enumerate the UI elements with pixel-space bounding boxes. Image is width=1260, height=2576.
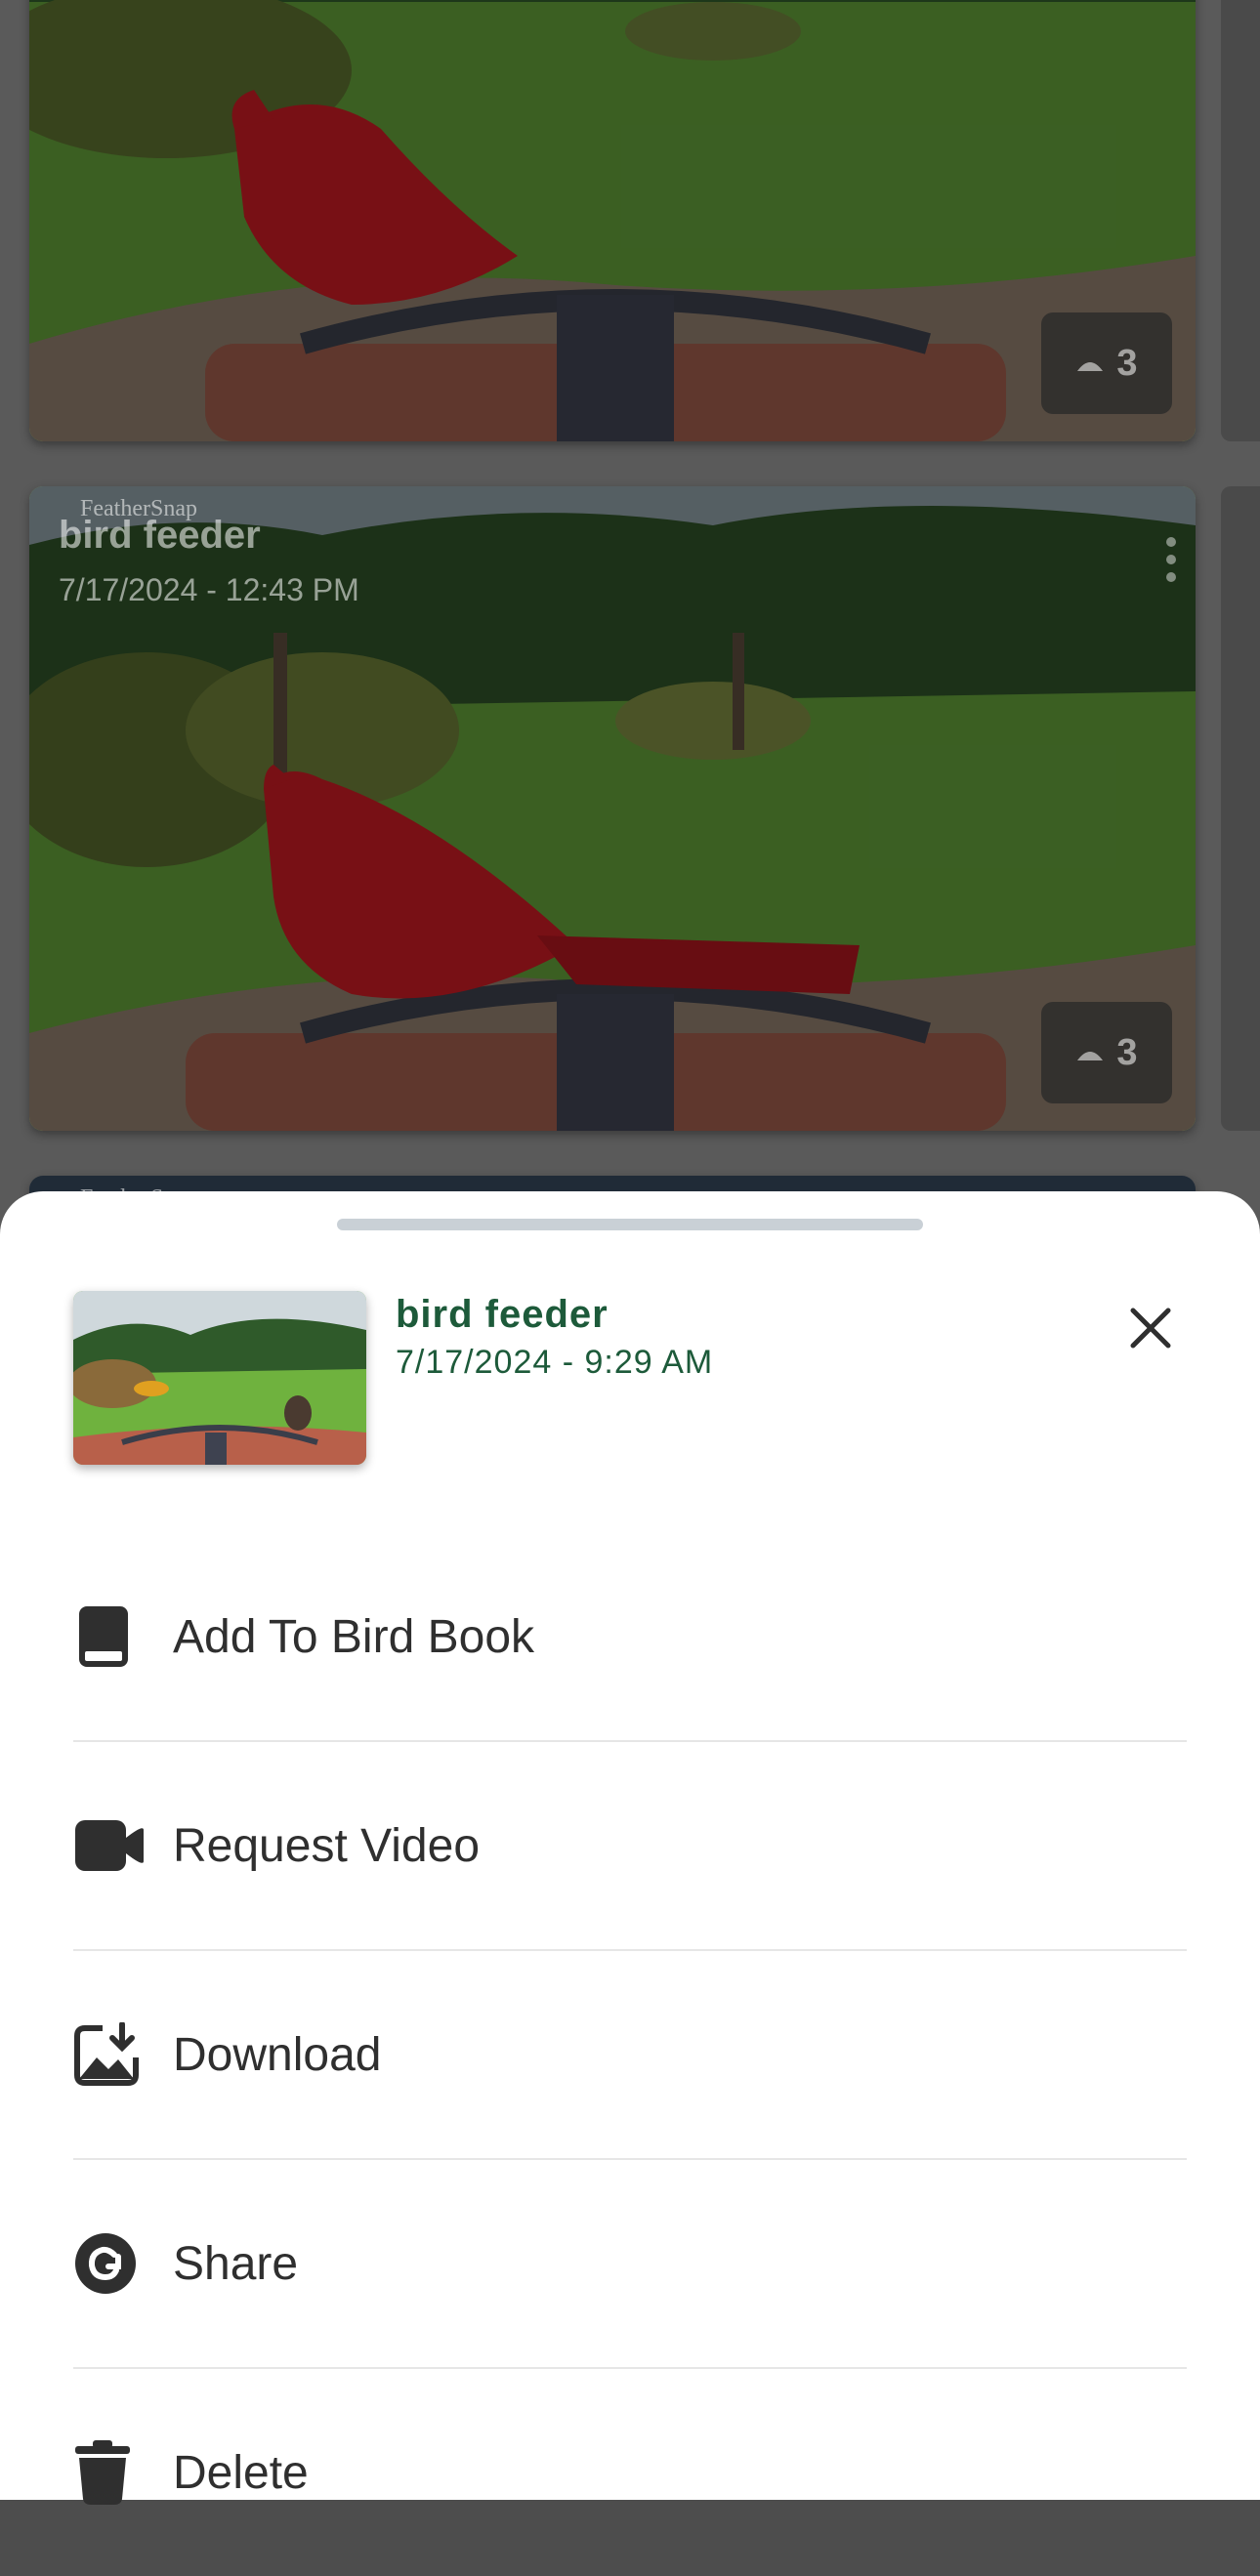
trash-icon: [73, 2433, 173, 2512]
photo-feed: 3 FeatherSnap bird feeder 7/17/2024 - 12…: [0, 0, 1260, 1820]
reaction-count-badge[interactable]: 3: [1041, 1002, 1172, 1103]
feed-card[interactable]: FeatherSnap bird feeder 7/17/2024 - 12:4…: [29, 486, 1196, 1131]
camera-name: bird feeder: [59, 514, 261, 557]
bird-silhouette-icon: [1077, 362, 1104, 371]
reaction-count-badge[interactable]: 3: [1041, 312, 1172, 414]
more-options-icon[interactable]: [1166, 537, 1178, 582]
photo-actions-sheet: bird feeder 7/17/2024 - 9:29 AM Add To B…: [0, 1191, 1260, 2505]
next-card-peek: [1221, 0, 1260, 441]
close-button[interactable]: [1121, 1299, 1180, 1357]
sheet-timestamp: 7/17/2024 - 9:29 AM: [396, 1344, 714, 1381]
book-icon: [73, 1598, 173, 1676]
next-card-peek: [1221, 486, 1260, 1131]
sheet-drag-handle[interactable]: [337, 1219, 923, 1230]
close-icon: [1130, 1308, 1171, 1349]
image-download-icon: [73, 2015, 173, 2094]
capture-timestamp: 7/17/2024 - 12:43 PM: [59, 572, 359, 607]
download-button[interactable]: Download: [73, 1951, 1187, 2160]
feed-card[interactable]: 3: [29, 0, 1196, 441]
delete-button[interactable]: Delete: [73, 2369, 1187, 2576]
bird-silhouette-icon: [1077, 1052, 1104, 1060]
photo-thumbnail: [73, 1291, 366, 1465]
add-to-bird-book-button[interactable]: Add To Bird Book: [73, 1533, 1187, 1742]
share-icon: [73, 2224, 173, 2303]
share-button[interactable]: Share: [73, 2160, 1187, 2369]
action-menu: Add To Bird Book Request Video Download: [73, 1533, 1187, 2576]
request-video-button[interactable]: Request Video: [73, 1742, 1187, 1951]
video-camera-icon: [73, 1807, 173, 1885]
sheet-camera-name: bird feeder: [396, 1293, 609, 1336]
